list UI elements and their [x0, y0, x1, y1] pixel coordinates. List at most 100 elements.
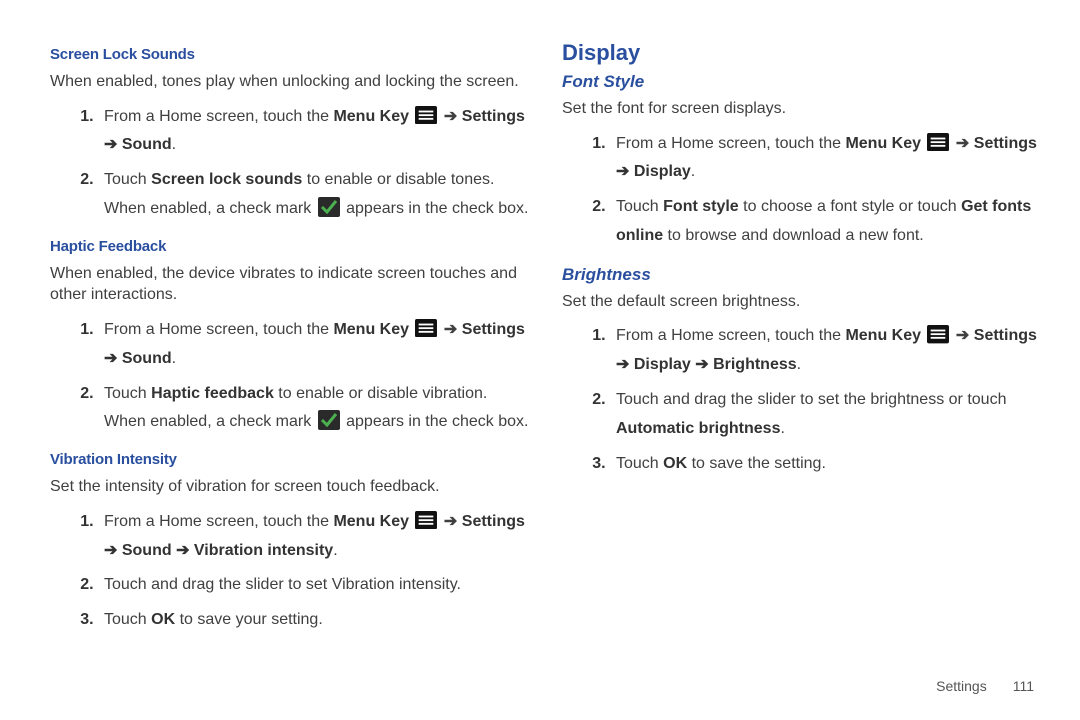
arrow: ➔ [616, 163, 634, 180]
menu-key-icon [415, 511, 437, 529]
bold-text: Sound [122, 542, 172, 559]
step-text: From a Home screen, touch the [104, 108, 333, 125]
arrow: ➔ [439, 108, 461, 125]
heading-vibration-intensity: Vibration Intensity [50, 451, 532, 468]
step-text: to choose a font style or touch [739, 198, 961, 215]
section-brightness: Brightness Set the default screen bright… [562, 265, 1044, 479]
step-item: Touch Haptic feedback to enable or disab… [98, 380, 532, 438]
section-font-style: Font Style Set the font for screen displ… [562, 72, 1044, 251]
bold-text: Menu Key [845, 135, 921, 152]
step-text: appears in the check box. [342, 200, 529, 217]
bold-text: Brightness [713, 356, 797, 373]
step-item: Touch and drag the slider to set the bri… [610, 386, 1044, 444]
bold-text: Settings [462, 513, 525, 530]
step-text: . [172, 136, 176, 153]
arrow: ➔ [439, 513, 461, 530]
heading-display: Display [562, 40, 1044, 66]
intro-text: Set the default screen brightness. [562, 291, 1044, 313]
arrow: ➔ [616, 356, 634, 373]
step-text: appears in the check box. [342, 413, 529, 430]
heading-haptic-feedback: Haptic Feedback [50, 238, 532, 255]
step-item: From a Home screen, touch the Menu Key ➔… [610, 322, 1044, 380]
bold-text: Menu Key [333, 321, 409, 338]
intro-text: Set the font for screen displays. [562, 98, 1044, 120]
checkmark-icon [318, 410, 340, 430]
step-item: Touch Font style to choose a font style … [610, 193, 1044, 251]
steps-list: From a Home screen, touch the Menu Key ➔… [50, 508, 532, 635]
bold-text: OK [151, 611, 175, 628]
bold-text: Settings [974, 327, 1037, 344]
step-text: . [172, 350, 176, 367]
step-text: From a Home screen, touch the [104, 513, 333, 530]
bold-text: Settings [462, 108, 525, 125]
bold-text: Settings [974, 135, 1037, 152]
step-item: From a Home screen, touch the Menu Key ➔… [98, 103, 532, 161]
arrow: ➔ [104, 542, 122, 559]
arrow: ➔ [951, 135, 973, 152]
step-text: From a Home screen, touch the [104, 321, 333, 338]
bold-text: Sound [122, 350, 172, 367]
bold-text: Settings [462, 321, 525, 338]
arrow: ➔ [172, 542, 194, 559]
step-text: to save the setting. [687, 455, 826, 472]
arrow: ➔ [691, 356, 713, 373]
intro-text: When enabled, the device vibrates to ind… [50, 263, 532, 306]
bold-text: Display [634, 356, 691, 373]
heading-brightness: Brightness [562, 265, 1044, 285]
steps-list: From a Home screen, touch the Menu Key ➔… [562, 322, 1044, 478]
step-text: Touch [104, 385, 151, 402]
steps-list: From a Home screen, touch the Menu Key ➔… [562, 130, 1044, 251]
page: Screen Lock Sounds When enabled, tones p… [0, 0, 1080, 720]
checkmark-icon [318, 197, 340, 217]
section-haptic-feedback: Haptic Feedback When enabled, the device… [50, 238, 532, 437]
step-text: From a Home screen, touch the [616, 135, 845, 152]
heading-screen-lock-sounds: Screen Lock Sounds [50, 46, 532, 63]
step-item: Touch and drag the slider to set Vibrati… [98, 571, 532, 600]
bold-text: Screen lock sounds [151, 171, 302, 188]
left-column: Screen Lock Sounds When enabled, tones p… [50, 40, 532, 700]
step-text: Touch [616, 198, 663, 215]
steps-list: From a Home screen, touch the Menu Key ➔… [50, 103, 532, 224]
bold-text: Menu Key [333, 513, 409, 530]
bold-text: Vibration intensity [194, 542, 333, 559]
footer-section: Settings [936, 678, 987, 694]
steps-list: From a Home screen, touch the Menu Key ➔… [50, 316, 532, 437]
menu-key-icon [927, 325, 949, 343]
step-item: From a Home screen, touch the Menu Key ➔… [610, 130, 1044, 188]
menu-key-icon [415, 319, 437, 337]
right-column: Display Font Style Set the font for scre… [562, 40, 1044, 700]
step-text: . [780, 420, 784, 437]
menu-key-icon [927, 133, 949, 151]
step-item: Touch OK to save your setting. [98, 606, 532, 635]
page-footer: Settings 111 [936, 678, 1034, 694]
step-text: . [797, 356, 801, 373]
section-vibration-intensity: Vibration Intensity Set the intensity of… [50, 451, 532, 635]
arrow: ➔ [104, 350, 122, 367]
step-text: Touch [104, 171, 151, 188]
step-text: . [333, 542, 337, 559]
step-text: Touch and drag the slider to set Vibrati… [104, 576, 461, 593]
heading-font-style: Font Style [562, 72, 1044, 92]
footer-page-number: 111 [1013, 678, 1034, 694]
arrow: ➔ [104, 136, 122, 153]
step-item: From a Home screen, touch the Menu Key ➔… [98, 508, 532, 566]
step-text: Touch [616, 455, 663, 472]
step-item: From a Home screen, touch the Menu Key ➔… [98, 316, 532, 374]
step-text: to browse and download a new font. [663, 227, 924, 244]
bold-text: Haptic feedback [151, 385, 274, 402]
bold-text: Automatic brightness [616, 420, 780, 437]
intro-text: Set the intensity of vibration for scree… [50, 476, 532, 498]
bold-text: Menu Key [845, 327, 921, 344]
section-screen-lock-sounds: Screen Lock Sounds When enabled, tones p… [50, 46, 532, 224]
arrow: ➔ [439, 321, 461, 338]
arrow: ➔ [951, 327, 973, 344]
bold-text: Menu Key [333, 108, 409, 125]
bold-text: Display [634, 163, 691, 180]
step-text: From a Home screen, touch the [616, 327, 845, 344]
bold-text: Sound [122, 136, 172, 153]
step-text: to save your setting. [175, 611, 323, 628]
bold-text: Font style [663, 198, 739, 215]
menu-key-icon [415, 106, 437, 124]
step-item: Touch Screen lock sounds to enable or di… [98, 166, 532, 224]
step-text: Touch and drag the slider to set the bri… [616, 391, 1006, 408]
